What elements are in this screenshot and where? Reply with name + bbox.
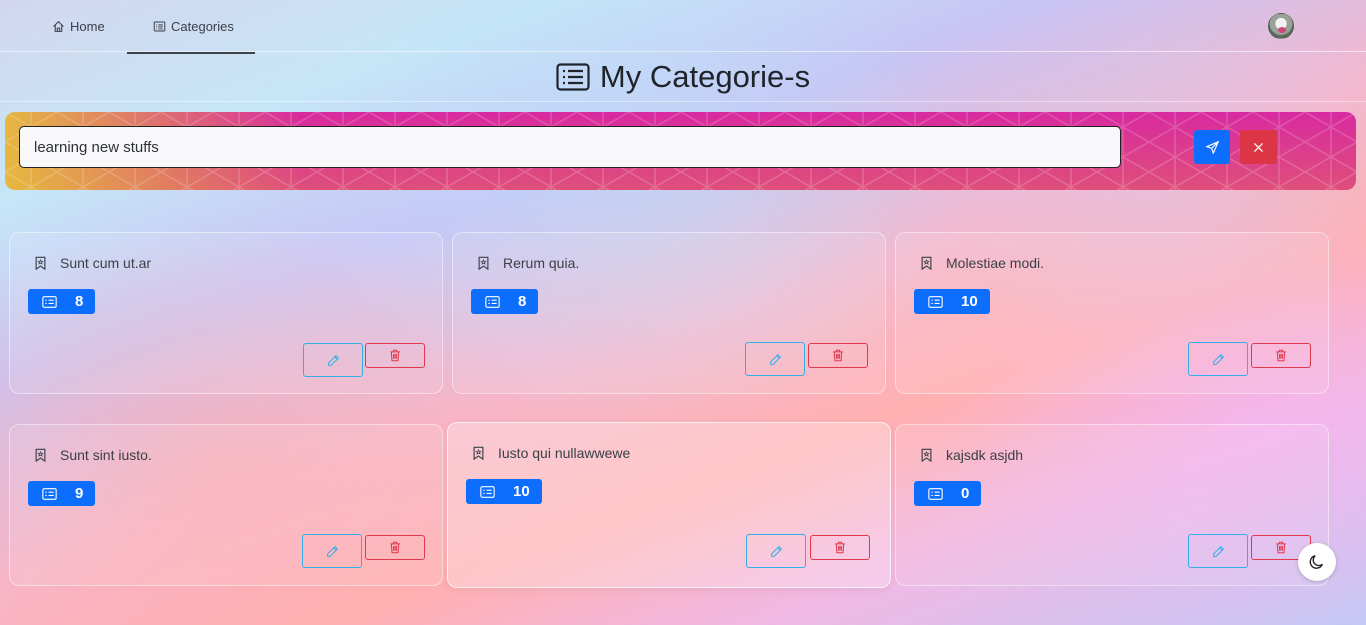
card-list-icon [42, 487, 57, 500]
trash-icon [1276, 541, 1286, 554]
cancel-button[interactable] [1240, 130, 1277, 164]
category-card: Rerum quia. 8 [452, 232, 886, 394]
category-card: Sunt sint iusto. 9 [9, 424, 443, 586]
card-title: Sunt cum ut.ar [34, 255, 151, 271]
item-count-value: 10 [513, 483, 530, 500]
nav-home-label: Home [70, 18, 105, 34]
item-count-value: 8 [75, 293, 84, 310]
trash-icon [833, 349, 843, 362]
delete-button[interactable] [1251, 343, 1311, 368]
card-title: Molestiae modi. [920, 255, 1044, 271]
edit-button[interactable] [303, 343, 363, 377]
category-card: Sunt cum ut.ar 8 [9, 232, 443, 394]
card-title: Rerum quia. [477, 255, 579, 271]
avatar[interactable] [1268, 13, 1294, 39]
pencil-icon [770, 545, 782, 557]
edit-button[interactable] [1188, 534, 1248, 568]
delete-button[interactable] [365, 535, 425, 560]
navbar: Home Categories [0, 0, 1366, 54]
edit-button[interactable] [745, 342, 805, 376]
pencil-icon [326, 545, 338, 557]
edit-button[interactable] [302, 534, 362, 568]
item-count-badge: 8 [471, 289, 539, 314]
nav-home-link[interactable]: Home [52, 0, 105, 52]
category-name-input[interactable] [19, 126, 1121, 168]
edit-button[interactable] [746, 534, 806, 568]
item-count-badge: 10 [914, 289, 990, 314]
page-title: My Categorie-s [0, 52, 1366, 102]
nav-categories-link[interactable]: Categories [153, 0, 234, 52]
item-count-badge: 0 [914, 481, 982, 506]
bookmark-icon [35, 448, 46, 462]
card-title: Sunt sint iusto. [34, 447, 152, 463]
page-title-text: My Categorie-s [599, 58, 811, 94]
trash-icon [390, 541, 400, 554]
trash-icon [390, 349, 400, 362]
trash-icon [835, 541, 845, 554]
category-card: Molestiae modi. 10 [895, 232, 1329, 394]
bookmark-icon [35, 256, 46, 270]
item-count-value: 10 [961, 293, 978, 310]
card-list-icon [42, 295, 57, 308]
item-count-value: 8 [518, 293, 527, 310]
category-form [5, 112, 1356, 190]
card-title: kajsdk asjdh [920, 447, 1023, 463]
pencil-icon [1212, 353, 1224, 365]
list-icon [556, 62, 590, 91]
card-list-icon [480, 485, 495, 498]
bookmark-icon [921, 256, 932, 270]
delete-button[interactable] [808, 343, 868, 368]
card-title: Iusto qui nullawwewe [472, 445, 630, 461]
card-title-text: kajsdk asjdh [946, 447, 1024, 463]
item-count-badge: 10 [466, 479, 542, 504]
card-title-text: Sunt sint iusto. [60, 447, 152, 463]
pencil-icon [327, 354, 339, 366]
list-icon [153, 21, 166, 31]
delete-button[interactable] [810, 535, 870, 560]
bookmark-icon [921, 448, 932, 462]
category-card: Iusto qui nullawwewe 10 [447, 422, 891, 588]
house-icon [53, 20, 64, 32]
close-icon [1253, 142, 1264, 152]
moon-icon [1309, 555, 1324, 569]
card-title-text: Iusto qui nullawwewe [498, 445, 631, 461]
bookmark-icon [473, 446, 484, 460]
category-card: kajsdk asjdh 0 [895, 424, 1329, 586]
trash-icon [1276, 349, 1286, 362]
card-list-icon [928, 295, 943, 308]
pencil-icon [1212, 545, 1224, 557]
card-list-icon [485, 295, 500, 308]
delete-button[interactable] [365, 343, 425, 368]
send-icon [1205, 140, 1219, 154]
item-count-value: 9 [75, 485, 84, 502]
card-title-text: Sunt cum ut.ar [60, 255, 152, 271]
pencil-icon [769, 353, 781, 365]
theme-toggle-button[interactable] [1298, 543, 1336, 581]
card-list-icon [928, 487, 943, 500]
bookmark-icon [478, 256, 489, 270]
submit-button[interactable] [1194, 130, 1230, 164]
nav-categories-label: Categories [171, 18, 234, 34]
item-count-badge: 9 [28, 481, 96, 506]
item-count-value: 0 [961, 485, 970, 502]
item-count-badge: 8 [28, 289, 96, 314]
card-title-text: Rerum quia. [503, 255, 580, 271]
card-title-text: Molestiae modi. [946, 255, 1045, 271]
edit-button[interactable] [1188, 342, 1248, 376]
